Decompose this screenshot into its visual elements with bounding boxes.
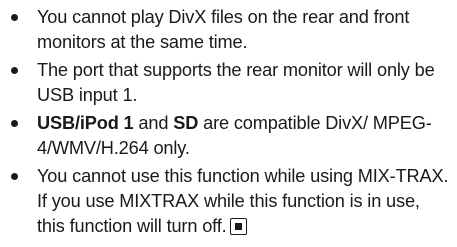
note-text-run: and bbox=[133, 113, 174, 133]
end-of-section-icon bbox=[229, 218, 247, 235]
bullet-icon bbox=[11, 173, 18, 180]
bullet-icon bbox=[11, 120, 18, 127]
note-text: The port that supports the rear monitor … bbox=[37, 60, 435, 105]
end-of-section-icon-core bbox=[234, 223, 242, 230]
note-item: You cannot play DivX files on the rear a… bbox=[0, 5, 452, 55]
bullet-icon bbox=[11, 67, 18, 74]
note-item: You cannot use this function while using… bbox=[0, 164, 452, 239]
note-text: USB/iPod 1 and SD are compatible DivX/ M… bbox=[37, 113, 432, 158]
note-text-run: You cannot play DivX files on the rear a… bbox=[37, 7, 410, 52]
notes-list: You cannot play DivX files on the rear a… bbox=[0, 5, 452, 242]
bold-term-usb-ipod: USB/iPod 1 bbox=[37, 113, 134, 133]
note-text: You cannot play DivX files on the rear a… bbox=[37, 7, 409, 52]
note-text: You cannot use this function while using… bbox=[37, 166, 449, 236]
note-item: The port that supports the rear monitor … bbox=[0, 58, 452, 108]
bullet-icon bbox=[11, 14, 18, 21]
bold-term-sd: SD bbox=[173, 113, 199, 133]
note-text-run: The port that supports the rear monitor … bbox=[37, 60, 435, 105]
note-item: USB/iPod 1 and SD are compatible DivX/ M… bbox=[0, 111, 452, 161]
